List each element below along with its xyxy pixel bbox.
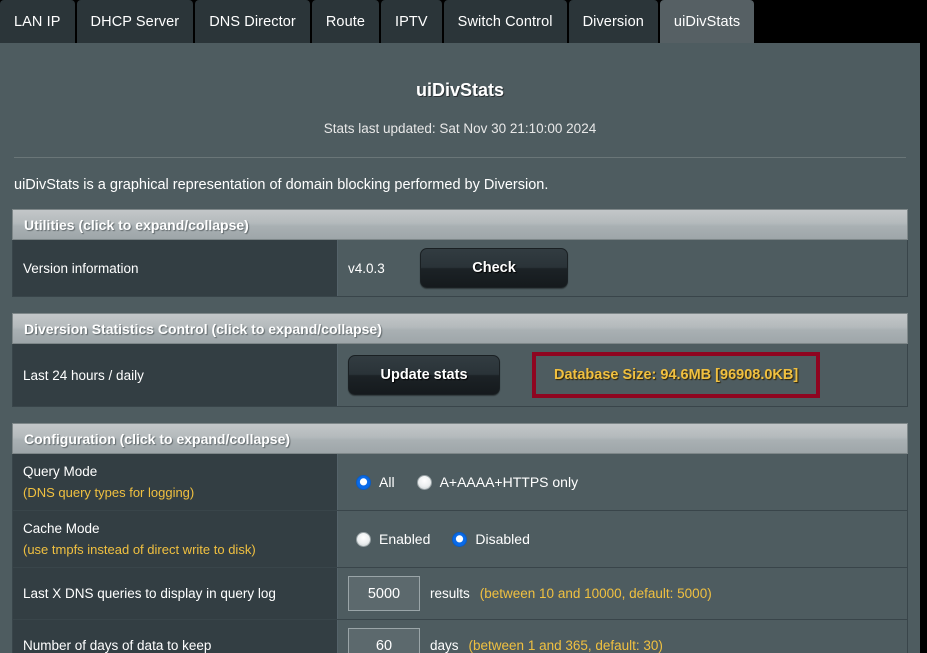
tab-bar: LAN IP DHCP Server DNS Director Route IP… — [0, 0, 927, 43]
tab-label: DHCP Server — [90, 13, 180, 30]
radio-selected-icon[interactable] — [356, 474, 371, 490]
page-title: uiDivStats — [415, 80, 505, 100]
query-mode-row: Query Mode (DNS query types for logging)… — [12, 454, 908, 511]
query-mode-option-a-aaaa-https[interactable]: A+AAAA+HTTPS only — [416, 474, 579, 490]
tab-label: DNS Director — [209, 13, 296, 30]
radio-label: Disabled — [475, 531, 530, 547]
configuration-section-header[interactable]: Configuration (click to expand/collapse) — [12, 423, 908, 454]
radio-label: Enabled — [379, 531, 431, 547]
cache-mode-radio-group: Enabled Disabled — [348, 531, 530, 547]
tab-label: Diversion — [582, 13, 644, 30]
row-label-sub: (DNS query types for logging) — [23, 485, 195, 500]
last-24-hours-value: Update stats Database Size: 94.6MB [9690… — [338, 344, 907, 406]
last-24-hours-label: Last 24 hours / daily — [13, 344, 338, 406]
tab-label: Switch Control — [457, 13, 553, 30]
cache-mode-option-disabled[interactable]: Disabled — [452, 531, 530, 547]
query-log-limit-hint: (between 10 and 10000, default: 5000) — [479, 586, 712, 601]
days-to-keep-label: Number of days of data to keep — [13, 620, 338, 653]
query-log-limit-label: Last X DNS queries to display in query l… — [13, 568, 338, 619]
tab-label: uiDivStats — [673, 13, 741, 30]
days-to-keep-input[interactable] — [348, 628, 420, 653]
radio-unselected-icon[interactable] — [416, 474, 432, 490]
database-size-badge: Database Size: 94.6MB [96908.0KB] — [532, 352, 821, 398]
tab-bar-filler — [756, 0, 927, 43]
tab-iptv[interactable]: IPTV — [381, 0, 442, 43]
page-right-gutter — [920, 43, 927, 653]
radio-label: A+AAAA+HTTPS only — [439, 474, 579, 490]
cache-mode-value: Enabled Disabled — [338, 511, 907, 567]
days-to-keep-hint: (between 1 and 365, default: 30) — [468, 638, 663, 653]
page-intro-text: uiDivStats is a graphical representation… — [14, 177, 549, 193]
tab-label: LAN IP — [14, 13, 61, 30]
days-to-keep-value: days (between 1 and 365, default: 30) — [338, 620, 907, 653]
configuration-section: Configuration (click to expand/collapse)… — [0, 407, 920, 653]
stats-control-section: Diversion Statistics Control (click to e… — [0, 297, 920, 407]
last-24-hours-row: Last 24 hours / daily Update stats Datab… — [12, 344, 908, 407]
radio-selected-icon[interactable] — [452, 531, 468, 547]
cache-mode-option-enabled[interactable]: Enabled — [356, 531, 430, 547]
query-log-limit-row: Last X DNS queries to display in query l… — [12, 568, 908, 620]
utilities-section-header[interactable]: Utilities (click to expand/collapse) — [12, 209, 908, 240]
page-content: uiDivStats Stats last updated: Sat Nov 3… — [0, 43, 920, 653]
check-version-button[interactable]: Check — [420, 248, 568, 288]
row-label-text: Cache Mode — [23, 521, 100, 536]
radio-unselected-icon[interactable] — [356, 531, 371, 547]
cache-mode-row: Cache Mode (use tmpfs instead of direct … — [12, 511, 908, 568]
row-label-text: Number of days of data to keep — [23, 638, 212, 653]
tab-switch-control[interactable]: Switch Control — [443, 0, 567, 43]
version-information-row: Version information v4.0.3 Check — [12, 240, 908, 297]
version-information-value: v4.0.3 Check — [338, 240, 907, 296]
query-mode-option-all[interactable]: All — [356, 474, 395, 490]
radio-label: All — [379, 474, 395, 490]
tab-lan-ip[interactable]: LAN IP — [0, 0, 75, 43]
tab-label: IPTV — [395, 13, 428, 30]
version-number: v4.0.3 — [348, 260, 385, 276]
app-root: LAN IP DHCP Server DNS Director Route IP… — [0, 0, 927, 653]
query-log-limit-unit: results — [430, 586, 470, 601]
query-log-limit-input[interactable] — [348, 576, 420, 611]
tab-diversion[interactable]: Diversion — [568, 0, 658, 43]
row-label-sub: (use tmpfs instead of direct write to di… — [23, 542, 256, 557]
tab-route[interactable]: Route — [311, 0, 380, 43]
version-information-label: Version information — [13, 240, 338, 296]
stats-control-section-header[interactable]: Diversion Statistics Control (click to e… — [12, 313, 908, 344]
days-to-keep-row: Number of days of data to keep days (bet… — [12, 620, 908, 653]
row-label-text: Last 24 hours / daily — [23, 367, 144, 383]
query-mode-radio-group: All A+AAAA+HTTPS only — [348, 474, 578, 490]
row-label-text: Query Mode — [23, 464, 98, 479]
utilities-section: Utilities (click to expand/collapse) Ver… — [0, 193, 920, 297]
days-to-keep-unit: days — [430, 638, 459, 653]
cache-mode-label: Cache Mode (use tmpfs instead of direct … — [13, 511, 338, 567]
stats-last-updated: Stats last updated: Sat Nov 30 21:10:00 … — [323, 121, 597, 136]
row-label-text: Last X DNS queries to display in query l… — [23, 586, 276, 601]
tab-uidivstats[interactable]: uiDivStats — [659, 0, 755, 43]
query-log-limit-value: results (between 10 and 10000, default: … — [338, 568, 907, 619]
tab-label: Route — [325, 13, 366, 30]
query-mode-value: All A+AAAA+HTTPS only — [338, 454, 907, 510]
tab-dns-director[interactable]: DNS Director — [195, 0, 310, 43]
update-stats-button[interactable]: Update stats — [348, 355, 500, 395]
row-label-text: Version information — [23, 260, 139, 276]
tab-dhcp-server[interactable]: DHCP Server — [76, 0, 194, 43]
query-mode-label: Query Mode (DNS query types for logging) — [13, 454, 338, 510]
